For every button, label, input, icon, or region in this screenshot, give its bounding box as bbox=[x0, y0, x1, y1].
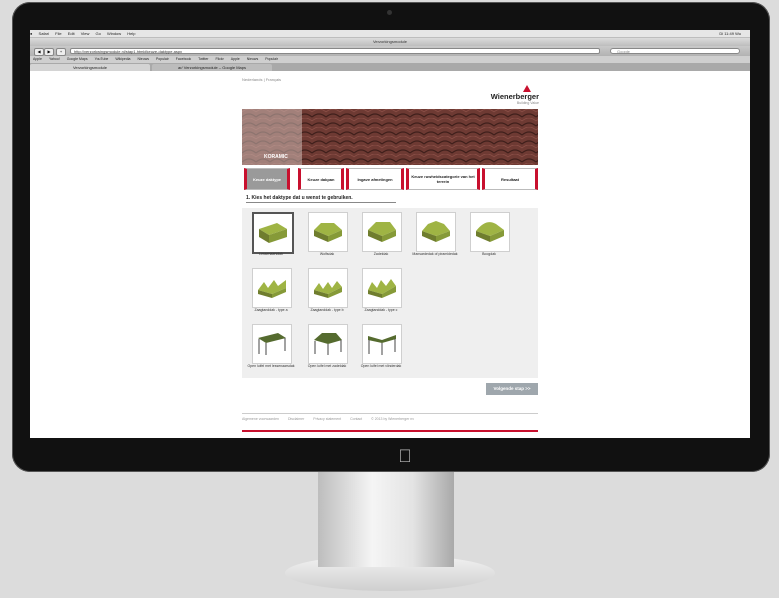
footer-link[interactable]: Algemene voorwaarden bbox=[242, 417, 279, 421]
roof-type-grid: Lessenaarsdak Wolfsdak Zadeldak Mansarde… bbox=[242, 208, 538, 378]
apple-menu-icon[interactable]: ● bbox=[30, 31, 32, 36]
roof-option-mansardedak[interactable] bbox=[416, 212, 456, 252]
roof-option-wolfsdak[interactable] bbox=[308, 212, 348, 252]
sawtooth-roof-icon bbox=[368, 279, 396, 298]
step-1[interactable]: Keuze daktype bbox=[244, 168, 290, 190]
step-navigation: Keuze daktype Keuze dakpan Ingave afmeti… bbox=[242, 168, 538, 190]
roof-option-luifel-vlinderdak[interactable] bbox=[362, 324, 402, 364]
gable-roof-icon bbox=[368, 222, 396, 242]
footer-link[interactable]: Disclaimer bbox=[288, 417, 304, 421]
footer-accent-bar bbox=[242, 430, 538, 432]
step-3[interactable]: Ingave afmetingen bbox=[346, 168, 404, 190]
roof-option-zaagtanddak-a[interactable] bbox=[252, 268, 292, 308]
bookmark-item[interactable]: Flickr bbox=[215, 57, 223, 61]
roof-option-label: Boogdak bbox=[482, 252, 496, 256]
bookmark-item[interactable]: Populair bbox=[156, 57, 169, 61]
roof-option-boogdak[interactable] bbox=[470, 212, 510, 252]
step-2[interactable]: Keuze dakpan bbox=[298, 168, 344, 190]
menu-item[interactable]: Edit bbox=[68, 31, 75, 36]
tab-active[interactable]: Verzorkingsmodule bbox=[30, 64, 150, 71]
menu-item[interactable]: View bbox=[81, 31, 90, 36]
footer-divider bbox=[242, 413, 538, 414]
sawtooth-roof-icon bbox=[314, 281, 342, 298]
menu-item[interactable]: Help bbox=[127, 31, 135, 36]
roof-option-luifel-zadeldak[interactable] bbox=[308, 324, 348, 364]
menu-item[interactable]: File bbox=[55, 31, 61, 36]
roof-option-label: Zaagtanddak - type a bbox=[254, 308, 288, 312]
search-input[interactable]: Google bbox=[610, 48, 740, 54]
tab-bar: Verzorkingsmodule ar/ Verzorkingsmodule … bbox=[30, 63, 750, 71]
bookmark-item[interactable]: Facebook bbox=[176, 57, 191, 61]
step-4[interactable]: Keuze ruwheidscategorie van het terrein bbox=[406, 168, 480, 190]
screen: ● Safari File Edit View Go Window Help D… bbox=[30, 30, 750, 438]
roof-option-zaagtanddak-b[interactable] bbox=[308, 268, 348, 308]
apple-logo-icon:  bbox=[394, 445, 416, 467]
menubar-status: Di 11:49 Wu bbox=[719, 31, 741, 36]
open-canopy-icon bbox=[368, 335, 396, 355]
bookmark-item[interactable]: Nieuws bbox=[138, 57, 149, 61]
bookmark-item[interactable]: Nieuws bbox=[247, 57, 258, 61]
roof-option-label: Open luifel met zadeldak bbox=[307, 364, 347, 368]
menu-item[interactable]: Go bbox=[95, 31, 100, 36]
roof-option-label: Zaagtanddak - type b bbox=[310, 308, 344, 312]
forward-button[interactable]: ▶ bbox=[44, 48, 54, 56]
webpage: Nederlands | Français Wienerberger Build… bbox=[239, 73, 541, 438]
roof-option-label: Zaagtanddak - type c bbox=[364, 308, 398, 312]
section-heading: 1. Kies het daktype dat u wenst te gebru… bbox=[246, 195, 353, 201]
bookmark-item[interactable]: Wikipedia bbox=[115, 57, 130, 61]
brand-name: Wienerberger bbox=[490, 92, 539, 101]
brand-logo[interactable]: Wienerberger Building Value bbox=[491, 85, 539, 105]
open-canopy-icon bbox=[258, 333, 286, 355]
step-5[interactable]: Resultaat bbox=[482, 168, 538, 190]
bookmark-item[interactable]: YouTube bbox=[95, 57, 109, 61]
back-button[interactable]: ◀ bbox=[34, 48, 44, 56]
brand-tagline: Building Value bbox=[516, 101, 539, 105]
roof-option-lessenaarsdak[interactable] bbox=[252, 212, 294, 254]
footer: Algemene voorwaarden Disclaimer Privacy … bbox=[242, 417, 538, 421]
roof-option-label: Zadeldak bbox=[373, 252, 389, 256]
wienerberger-logo-icon bbox=[523, 85, 531, 92]
imac-stand bbox=[318, 472, 454, 567]
window-title: Verzorkingsmodule bbox=[30, 38, 750, 46]
shed-roof-icon bbox=[259, 223, 287, 243]
bookmark-item[interactable]: Google Maps bbox=[67, 57, 88, 61]
roof-option-zadeldak[interactable] bbox=[362, 212, 402, 252]
hero-roof-image: KORAMIC bbox=[242, 109, 538, 165]
bookmark-item[interactable]: Populair bbox=[265, 57, 278, 61]
roof-option-luifel-lessenaarsdak[interactable] bbox=[252, 324, 292, 364]
address-bar[interactable]: http://verzorkwingsmodule.nl/stap1.html#… bbox=[70, 48, 600, 54]
hip-roof-icon bbox=[314, 223, 342, 242]
language-switch[interactable]: Nederlands | Français bbox=[242, 77, 281, 82]
roof-option-label: Lessenaarsdak bbox=[259, 252, 283, 256]
roof-option-label: Mansardedak of piramidedak bbox=[412, 252, 458, 256]
roof-option-label: Open luifel met lessenaarsdak bbox=[247, 364, 295, 368]
mansard-roof-icon bbox=[422, 221, 450, 242]
roof-option-zaagtanddak-c[interactable] bbox=[362, 268, 402, 308]
bookmark-item[interactable]: Yahoo! bbox=[49, 57, 60, 61]
koramic-logo: KORAMIC bbox=[264, 154, 288, 160]
bookmark-item[interactable]: Twitter bbox=[198, 57, 208, 61]
menu-item[interactable]: Window bbox=[107, 31, 121, 36]
footer-link[interactable]: Contact bbox=[350, 417, 362, 421]
sawtooth-roof-icon bbox=[258, 280, 286, 298]
copyright: © 2013 by Wienerberger nv bbox=[371, 417, 414, 421]
next-step-button[interactable]: Volgende stap >> bbox=[486, 383, 538, 395]
footer-link[interactable]: Privacy statement bbox=[313, 417, 341, 421]
menu-bar: ● Safari File Edit View Go Window Help D… bbox=[30, 30, 750, 38]
camera-icon bbox=[387, 10, 392, 15]
tab[interactable]: ar/ Verzorkingsmodule – Google Maps bbox=[152, 64, 272, 71]
add-bookmark-button[interactable]: + bbox=[56, 48, 66, 56]
roof-option-label: Open luifel met vlinderdak bbox=[360, 364, 402, 368]
bookmarks-bar: Apple Yahoo! Google Maps YouTube Wikiped… bbox=[30, 56, 750, 63]
open-canopy-icon bbox=[314, 333, 342, 355]
bookmark-item[interactable]: Apple bbox=[33, 57, 42, 61]
roof-option-label: Wolfsdak bbox=[319, 252, 335, 256]
heading-divider bbox=[246, 202, 396, 203]
bookmark-item[interactable]: Apple bbox=[231, 57, 240, 61]
menu-item[interactable]: Safari bbox=[39, 31, 49, 36]
arched-roof-icon bbox=[476, 222, 504, 242]
